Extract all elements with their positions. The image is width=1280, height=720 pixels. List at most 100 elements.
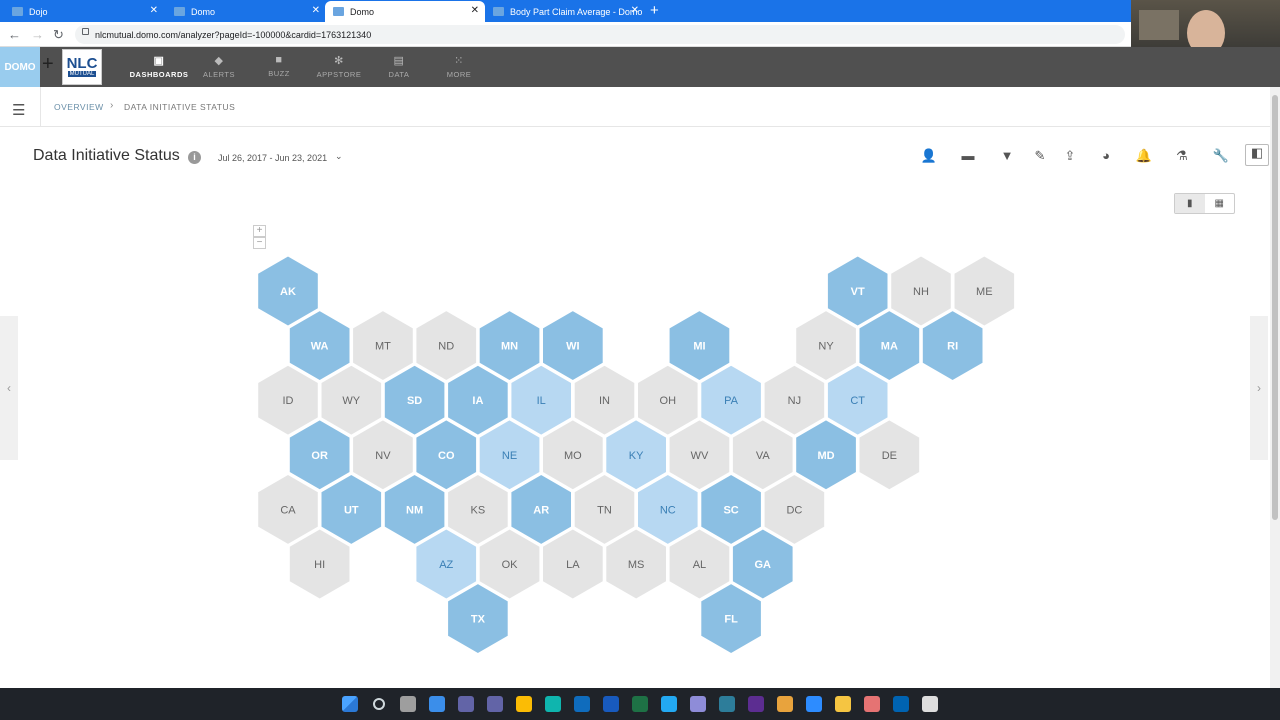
state-tile-la[interactable]: LA <box>542 528 604 600</box>
state-tile-nj[interactable]: NJ <box>763 364 826 436</box>
state-tile-ny[interactable]: NY <box>795 310 857 382</box>
widgets-icon[interactable] <box>425 692 449 716</box>
state-tile-fl[interactable]: FL <box>700 583 762 655</box>
state-tile-ky[interactable]: KY <box>605 419 667 491</box>
close-icon[interactable]: ✕ <box>631 5 639 16</box>
state-tile-hi[interactable]: HI <box>288 528 351 600</box>
state-tile-wi[interactable]: WI <box>542 310 604 382</box>
close-icon[interactable]: ✕ <box>312 5 320 16</box>
state-tile-oh[interactable]: OH <box>637 364 699 436</box>
nav-appstore[interactable]: ✻ APPSTORE <box>309 54 369 79</box>
zoom-in-button[interactable]: + <box>253 225 266 237</box>
browser-tab[interactable]: Dojo ✕ <box>4 1 164 22</box>
browser-tab[interactable]: Body Part Claim Average - Domo ✕ <box>485 1 645 22</box>
close-icon[interactable]: ✕ <box>150 5 158 16</box>
state-tile-nd[interactable]: ND <box>415 310 478 382</box>
state-tile-dc[interactable]: DC <box>763 473 826 545</box>
browser-tab[interactable]: Domo ✕ <box>166 1 326 22</box>
state-tile-al[interactable]: AL <box>668 528 731 600</box>
share-user-icon[interactable]: 👤 <box>919 148 939 166</box>
state-tile-sd[interactable]: SD <box>383 364 446 436</box>
app-icon-7[interactable] <box>918 692 942 716</box>
state-tile-pa[interactable]: PA <box>700 364 762 436</box>
windows-start-icon[interactable] <box>338 692 362 716</box>
state-tile-nm[interactable]: NM <box>383 473 446 545</box>
comment-icon[interactable]: ▬ <box>958 148 978 166</box>
state-tile-de[interactable]: DE <box>858 419 921 491</box>
state-tile-ga[interactable]: GA <box>731 528 794 600</box>
folder-icon[interactable] <box>831 692 855 716</box>
previous-card-arrow[interactable]: ‹ <box>0 316 18 460</box>
forward-arrow-icon[interactable]: → <box>31 27 44 42</box>
state-tile-ri[interactable]: RI <box>921 310 984 382</box>
breadcrumb-overview-link[interactable]: OVERVIEW <box>54 102 104 112</box>
lock-icon[interactable] <box>82 28 89 35</box>
state-tile-ok[interactable]: OK <box>478 528 541 600</box>
state-tile-mn[interactable]: MN <box>478 310 541 382</box>
state-tile-ca[interactable]: CA <box>257 473 319 545</box>
state-tile-ms[interactable]: MS <box>605 528 667 600</box>
vscode-icon[interactable] <box>657 692 681 716</box>
app-icon-3[interactable] <box>744 692 768 716</box>
company-logo[interactable]: NLC MUTUAL <box>62 49 102 85</box>
search-icon[interactable] <box>367 692 391 716</box>
wrench-icon[interactable]: 🔧 <box>1211 148 1231 166</box>
excel-icon[interactable] <box>628 692 652 716</box>
state-tile-il[interactable]: IL <box>510 364 572 436</box>
word-icon[interactable] <box>599 692 623 716</box>
state-tile-wa[interactable]: WA <box>288 310 351 382</box>
state-tile-wy[interactable]: WY <box>320 364 383 436</box>
pie-chart-icon[interactable]: ◕ <box>1096 148 1116 166</box>
bar-chart-view-icon[interactable]: ▮ <box>1175 194 1205 213</box>
state-tile-mo[interactable]: MO <box>542 419 604 491</box>
chrome-icon[interactable] <box>512 692 536 716</box>
browser-tab-active[interactable]: Domo ✕ <box>325 1 485 22</box>
state-tile-in[interactable]: IN <box>573 364 636 436</box>
state-tile-mt[interactable]: MT <box>352 310 414 382</box>
nav-data[interactable]: ▤ DATA <box>369 54 429 79</box>
state-tile-me[interactable]: ME <box>953 255 1016 327</box>
alert-bell-icon[interactable]: 🔔 <box>1134 148 1154 166</box>
nav-buzz[interactable]: ■ BUZZ <box>249 54 309 78</box>
date-range-selector[interactable]: Jul 26, 2017 - Jun 23, 2021 <box>218 153 327 163</box>
state-tile-vt[interactable]: VT <box>826 255 889 327</box>
new-tab-button[interactable]: + <box>650 2 659 19</box>
state-tile-az[interactable]: AZ <box>415 528 478 600</box>
state-tile-wv[interactable]: WV <box>668 419 731 491</box>
state-tile-tn[interactable]: TN <box>573 473 636 545</box>
app-icon-5[interactable] <box>860 692 884 716</box>
table-view-icon[interactable]: ▦ <box>1205 194 1235 213</box>
hamburger-menu-icon[interactable]: ☰ <box>12 101 25 119</box>
layout-panel-icon[interactable]: ◧ <box>1245 144 1269 166</box>
state-tile-nc[interactable]: NC <box>637 473 699 545</box>
edge-icon[interactable] <box>541 692 565 716</box>
state-tile-va[interactable]: VA <box>731 419 794 491</box>
state-tile-ar[interactable]: AR <box>510 473 572 545</box>
next-card-arrow[interactable]: › <box>1250 316 1268 460</box>
plus-icon[interactable]: + <box>42 53 54 76</box>
export-icon[interactable]: ⇪ <box>1060 148 1080 166</box>
chat-icon[interactable] <box>454 692 478 716</box>
state-tile-ut[interactable]: UT <box>320 473 383 545</box>
state-tile-id[interactable]: ID <box>257 364 319 436</box>
url-field[interactable]: nlcmutual.domo.com/analyzer?pageId=-1000… <box>75 25 1125 44</box>
edit-pencil-icon[interactable]: ✎ <box>1030 148 1050 166</box>
close-icon[interactable]: ✕ <box>471 5 479 16</box>
teams-icon[interactable] <box>483 692 507 716</box>
state-tile-ne[interactable]: NE <box>478 419 541 491</box>
state-tile-md[interactable]: MD <box>795 419 857 491</box>
app-icon-6[interactable] <box>889 692 913 716</box>
task-view-icon[interactable] <box>396 692 420 716</box>
state-tile-ma[interactable]: MA <box>858 310 921 382</box>
reload-icon[interactable]: ↻ <box>53 27 64 43</box>
state-tile-co[interactable]: CO <box>415 419 478 491</box>
outlook-icon[interactable] <box>570 692 594 716</box>
info-icon[interactable]: i <box>188 151 201 164</box>
back-arrow-icon[interactable]: ← <box>8 27 21 42</box>
scrollbar-thumb[interactable] <box>1272 95 1278 520</box>
domo-logo[interactable]: DOMO <box>0 47 40 87</box>
state-tile-ak[interactable]: AK <box>257 255 319 327</box>
state-tile-ct[interactable]: CT <box>826 364 889 436</box>
lab-flask-icon[interactable]: ⚗ <box>1172 148 1192 166</box>
chevron-down-icon[interactable]: ⌄ <box>335 151 343 162</box>
